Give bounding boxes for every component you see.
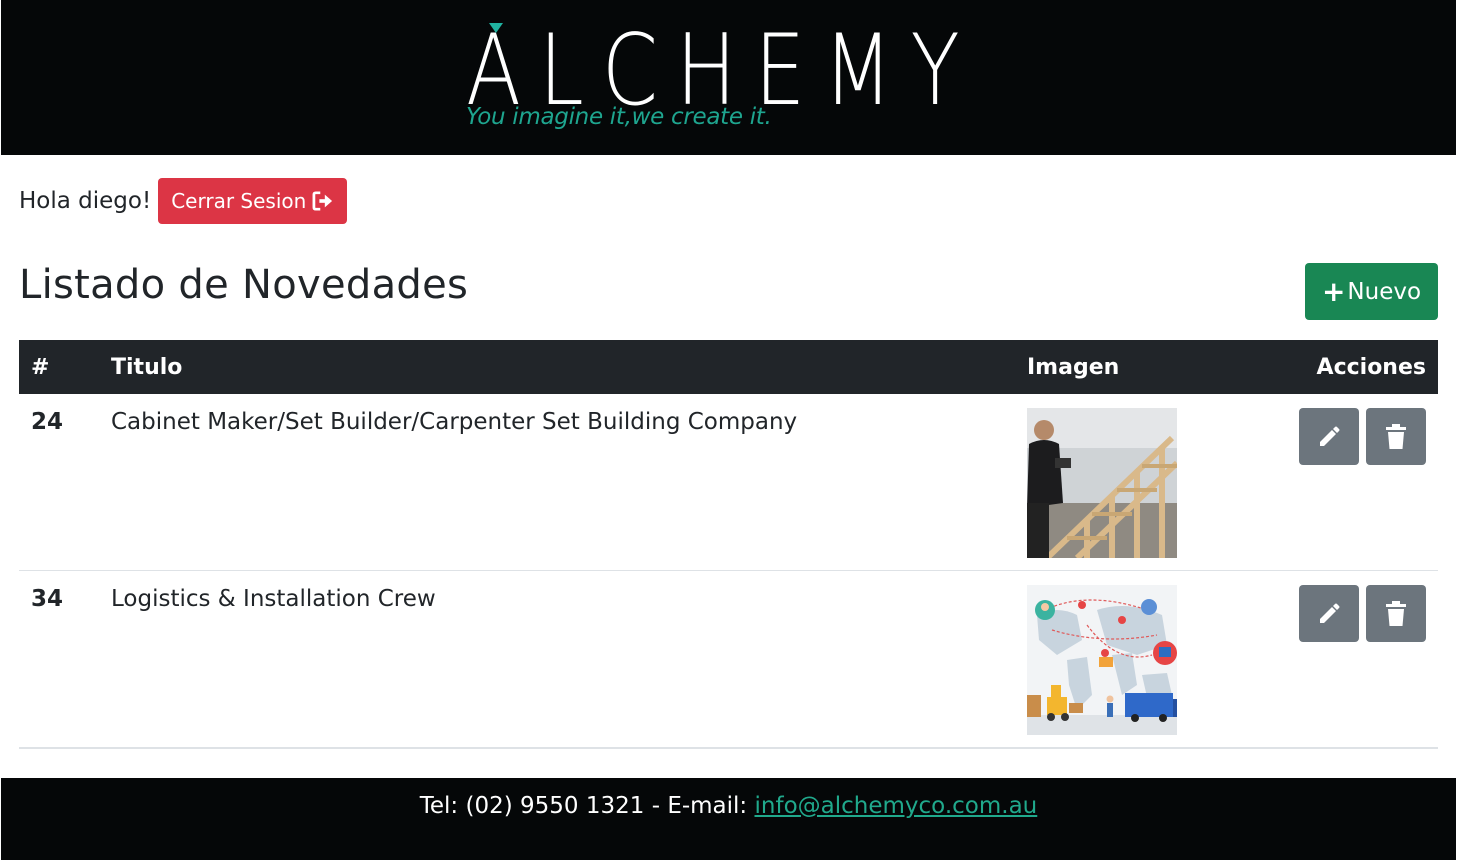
user-greeting-bar: Hola diego! Cerrar Sesion: [19, 178, 348, 224]
footer-email-link[interactable]: info@alchemyco.com.au: [755, 793, 1038, 819]
trash-icon: [1386, 423, 1406, 449]
column-header-actions[interactable]: Acciones: [1207, 340, 1438, 394]
footer-contact-text: Tel: (02) 9550 1321 - E-mail:: [419, 793, 755, 819]
news-table: # Titulo Imagen Acciones 24 Cabinet Make…: [19, 340, 1438, 749]
delete-button[interactable]: [1366, 585, 1426, 642]
greeting-text: Hola diego!: [19, 188, 152, 214]
table-header-row: # Titulo Imagen Acciones: [19, 340, 1438, 394]
row-title: Cabinet Maker/Set Builder/Carpenter Set …: [111, 394, 1027, 571]
logout-label: Cerrar Sesion: [171, 189, 307, 213]
site-footer: Tel: (02) 9550 1321 - E-mail: info@alche…: [1, 778, 1456, 860]
delete-button[interactable]: [1366, 408, 1426, 465]
logo-accent-triangle-icon: [489, 23, 503, 33]
trash-icon: [1386, 600, 1406, 626]
plus-icon: +: [1321, 274, 1346, 308]
logo-tagline: You imagine it,we create it.: [466, 104, 772, 130]
page-title: Listado de Novedades: [19, 262, 469, 308]
row-title: Logistics & Installation Crew: [111, 570, 1027, 749]
site-header: ALCHEMY You imagine it,we create it.: [1, 0, 1456, 155]
alchemy-logo[interactable]: ALCHEMY You imagine it,we create it.: [466, 22, 996, 137]
carpenter-thumbnail: [1027, 408, 1177, 558]
row-id: 24: [19, 394, 111, 571]
logistics-thumbnail: [1027, 585, 1177, 735]
table-row: 24 Cabinet Maker/Set Builder/Carpenter S…: [19, 394, 1438, 571]
logout-button[interactable]: Cerrar Sesion: [158, 178, 348, 224]
column-header-id[interactable]: #: [19, 340, 111, 394]
table-row: 34 Logistics & Installation Crew: [19, 570, 1438, 749]
new-item-label: Nuevo: [1347, 278, 1422, 305]
pencil-icon: [1320, 426, 1340, 446]
sign-out-icon: [312, 191, 333, 211]
column-header-image[interactable]: Imagen: [1027, 340, 1207, 394]
column-header-title[interactable]: Titulo: [111, 340, 1027, 394]
new-item-button[interactable]: + Nuevo: [1305, 263, 1438, 320]
edit-button[interactable]: [1299, 585, 1359, 642]
row-id: 34: [19, 570, 111, 749]
pencil-icon: [1320, 603, 1340, 623]
edit-button[interactable]: [1299, 408, 1359, 465]
